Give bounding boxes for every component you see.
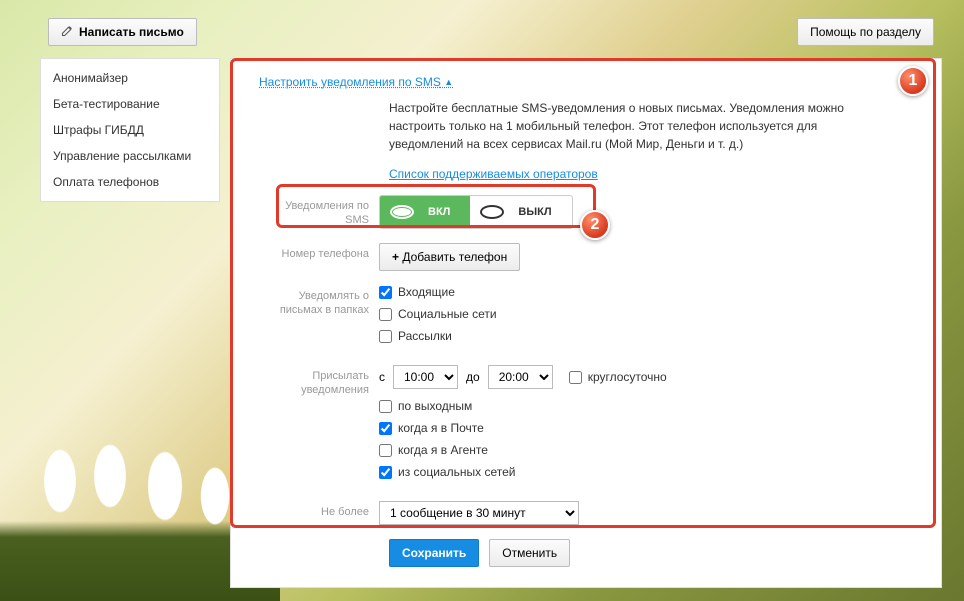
checkbox[interactable] <box>379 422 392 435</box>
label-schedule: Присылать уведомления <box>259 365 379 398</box>
limit-select[interactable]: 1 сообщение в 30 минут <box>379 501 579 525</box>
opt-in-mail[interactable]: когда я в Почте <box>379 421 913 435</box>
folders-list: Входящие Социальные сети Рассылки <box>379 285 913 351</box>
checkbox[interactable] <box>569 371 582 384</box>
label-folders: Уведомлять о письмах в папках <box>259 285 379 318</box>
toggle-off[interactable]: ВЫКЛ <box>470 196 571 228</box>
checkbox[interactable] <box>379 330 392 343</box>
app-window: Написать письмо Помощь по разделу Аноним… <box>40 18 942 583</box>
save-button[interactable]: Сохранить <box>389 539 479 567</box>
compose-button[interactable]: Написать письмо <box>48 18 197 46</box>
settings-panel: Настроить уведомления по SMS ▲ Настройте… <box>230 58 942 588</box>
sidebar-item-anonymizer[interactable]: Анонимайзер <box>41 65 219 91</box>
sms-toggle[interactable]: ВКЛ ВЫКЛ <box>379 195 573 229</box>
checkbox[interactable] <box>379 286 392 299</box>
time-range: с 10:00 до 20:00 круглосуточно <box>379 365 913 389</box>
opt-weekends[interactable]: по выходным <box>379 399 913 413</box>
sidebar-item-phone-pay[interactable]: Оплата телефонов <box>41 169 219 195</box>
radio-on-icon <box>390 205 414 219</box>
opt-allday[interactable]: круглосуточно <box>569 370 667 384</box>
row-phone: Номер телефона + Добавить телефон <box>259 243 913 271</box>
folder-newsletters[interactable]: Рассылки <box>379 329 913 343</box>
folder-inbox[interactable]: Входящие <box>379 285 913 299</box>
toggle-on[interactable]: ВКЛ <box>380 196 470 228</box>
label-limit: Не более <box>259 501 379 519</box>
topbar: Написать письмо Помощь по разделу <box>40 18 942 52</box>
sidebar-item-beta[interactable]: Бета-тестирование <box>41 91 219 117</box>
row-limit: Не более 1 сообщение в 30 минут <box>259 501 913 525</box>
folder-social[interactable]: Социальные сети <box>379 307 913 321</box>
annotation-badge-1: 1 <box>898 66 928 96</box>
help-label: Помощь по разделу <box>810 25 921 39</box>
content-wrap: Настроить уведомления по SMS ▲ Настройте… <box>230 58 942 583</box>
section-title[interactable]: Настроить уведомления по SMS ▲ <box>259 75 913 89</box>
row-folders: Уведомлять о письмах в папках Входящие С… <box>259 285 913 351</box>
checkbox[interactable] <box>379 308 392 321</box>
compose-label: Написать письмо <box>79 25 184 39</box>
label-phone: Номер телефона <box>259 243 379 261</box>
sidebar-item-fines[interactable]: Штрафы ГИБДД <box>41 117 219 143</box>
checkbox[interactable] <box>379 466 392 479</box>
add-phone-button[interactable]: + Добавить телефон <box>379 243 520 271</box>
checkbox[interactable] <box>379 444 392 457</box>
from-label: с <box>379 370 385 384</box>
section-description: Настройте бесплатные SMS-уведомления о н… <box>389 99 869 153</box>
sidebar-item-subscriptions[interactable]: Управление рассылками <box>41 143 219 169</box>
annotation-badge-2: 2 <box>580 210 610 240</box>
row-schedule: Присылать уведомления с 10:00 до 20:00 к… <box>259 365 913 487</box>
cancel-button[interactable]: Отменить <box>489 539 570 567</box>
sidebar: Анонимайзер Бета-тестирование Штрафы ГИБ… <box>40 58 220 202</box>
label-sms: Уведомления по SMS <box>259 195 379 228</box>
time-to-select[interactable]: 20:00 <box>488 365 553 389</box>
time-from-select[interactable]: 10:00 <box>393 365 458 389</box>
operators-link[interactable]: Список поддерживаемых операторов <box>389 167 598 181</box>
help-button[interactable]: Помощь по разделу <box>797 18 934 46</box>
opt-in-agent[interactable]: когда я в Агенте <box>379 443 913 457</box>
footer-buttons: Сохранить Отменить <box>389 539 913 567</box>
plus-icon: + <box>392 250 399 264</box>
checkbox[interactable] <box>379 400 392 413</box>
radio-off-icon <box>480 205 504 219</box>
opt-from-social[interactable]: из социальных сетей <box>379 465 913 479</box>
to-label: до <box>466 370 480 384</box>
caret-up-icon: ▲ <box>444 77 453 87</box>
edit-icon <box>61 25 73 40</box>
